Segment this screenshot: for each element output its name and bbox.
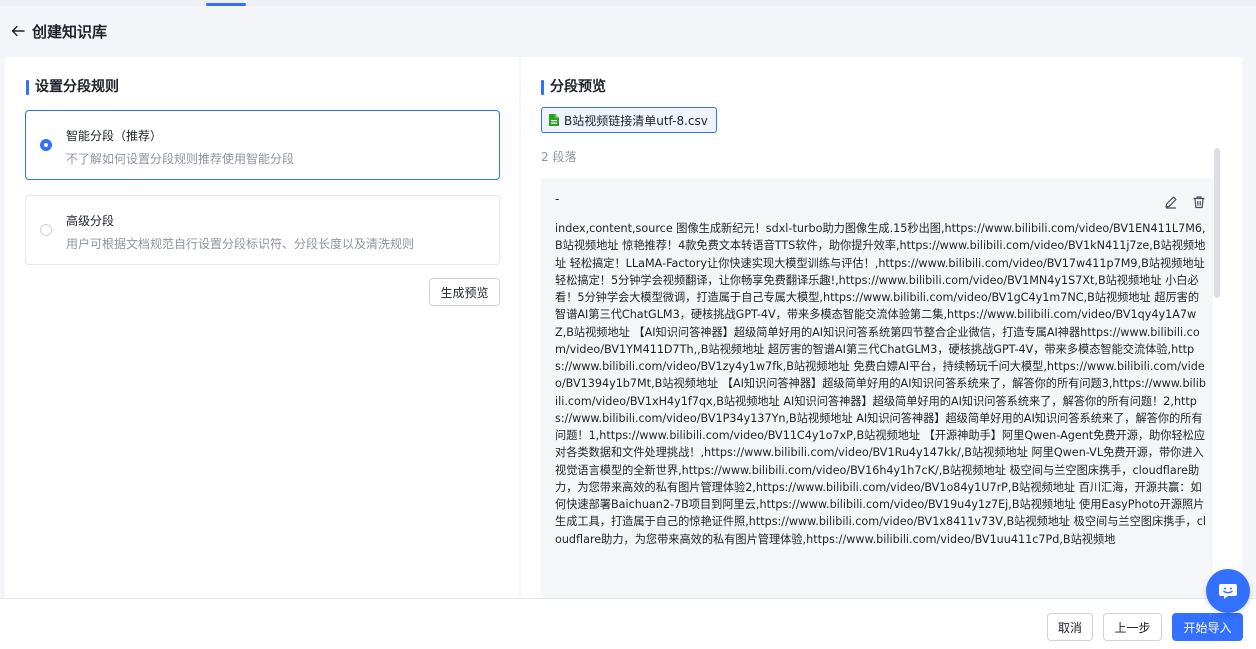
chat-assistant-button[interactable]	[1206, 569, 1250, 613]
rule-name-smart: 智能分段（推荐）	[66, 129, 163, 143]
cancel-button[interactable]: 取消	[1047, 613, 1093, 641]
rule-name-advanced: 高级分段	[66, 214, 115, 228]
rule-desc-smart: 不了解如何设置分段规则推荐使用智能分段	[66, 152, 295, 166]
segment-preview-title: 分段预览	[541, 79, 606, 95]
segment-content: index,content,source 图像生成新纪元！sdxl-turbo助…	[555, 222, 1206, 546]
radio-smart[interactable]	[40, 139, 52, 151]
generate-preview-button[interactable]: 生成预览	[429, 278, 500, 306]
start-import-button[interactable]: 开始导入	[1172, 613, 1243, 641]
preview-scrollbar[interactable]	[1214, 148, 1220, 298]
file-icon	[548, 113, 560, 127]
chat-bubble-icon	[1217, 580, 1239, 602]
page-header: 创建知识库	[0, 6, 1256, 56]
file-tag[interactable]: B站视频链接清单utf-8.csv	[541, 107, 717, 133]
page-title: 创建知识库	[32, 22, 108, 41]
radio-advanced[interactable]	[40, 224, 52, 236]
file-name: B站视频链接清单utf-8.csv	[564, 113, 708, 128]
segment-count: 2 段落	[541, 150, 577, 164]
edit-icon[interactable]	[1164, 194, 1178, 209]
rule-option-advanced[interactable]: 高级分段 用户可根据文档规范自行设置分段标识符、分段长度以及清洗规则	[25, 195, 500, 265]
segment-card: - index,content,source 图像生成新纪元！sdxl-turb…	[541, 178, 1213, 598]
rule-option-smart[interactable]: 智能分段（推荐） 不了解如何设置分段规则推荐使用智能分段	[25, 110, 500, 180]
arrow-left-icon[interactable]	[10, 23, 26, 39]
segment-rule-title: 设置分段规则	[26, 79, 119, 95]
segment-preview-panel: 分段预览 B站视频链接清单utf-8.csv 2 段落 - index,cont…	[521, 57, 1242, 598]
segment-rule-panel: 设置分段规则 智能分段（推荐） 不了解如何设置分段规则推荐使用智能分段 高级分段…	[5, 57, 519, 598]
segment-title: -	[555, 192, 560, 206]
footer-bar: 取消 上一步 开始导入	[0, 598, 1256, 649]
prev-step-button[interactable]: 上一步	[1103, 613, 1162, 641]
rule-desc-advanced: 用户可根据文档规范自行设置分段标识符、分段长度以及清洗规则	[66, 237, 415, 251]
delete-icon[interactable]	[1192, 194, 1206, 209]
